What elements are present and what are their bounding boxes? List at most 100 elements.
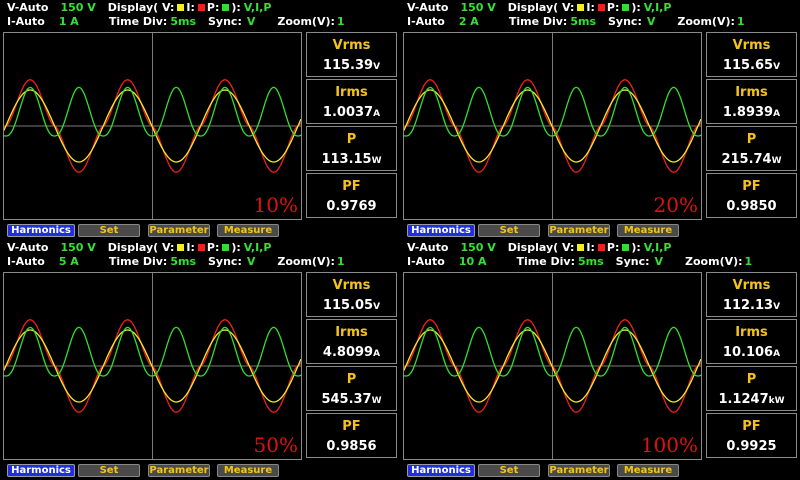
status-row-1: V-Auto 150 V Display( V: I: P:): V,I,P: [7, 2, 271, 14]
zoom-value: 1: [336, 255, 345, 268]
vrms-value: 115.65: [722, 58, 774, 73]
softkey-parameter-button[interactable]: Parameter: [548, 464, 610, 477]
softkey-set-button[interactable]: Set: [78, 464, 140, 477]
power-legend-label: P:: [206, 241, 220, 254]
voltage-range-mode: V-Auto: [7, 1, 49, 14]
measure-cell-irms: Irms 10.106A: [706, 319, 797, 364]
p-unit: W: [371, 156, 382, 166]
power-legend-label: P:: [606, 241, 620, 254]
measure-value-vrms: 115.65V: [707, 58, 796, 73]
current-range-mode: I-Auto: [7, 15, 45, 28]
sync-value: V: [246, 255, 256, 268]
power-legend-label: P:: [606, 1, 620, 14]
voltage-color-square: [577, 4, 585, 11]
softkey-harmonics-button[interactable]: Harmonics: [7, 224, 75, 237]
voltage-color-square: [177, 4, 185, 11]
measure-label-p: P: [746, 372, 757, 387]
sync-label: Sync:: [208, 15, 242, 28]
measure-label-vrms: Vrms: [332, 278, 371, 293]
time-div-label: Time Div:: [516, 255, 575, 268]
measurement-panel: Vrms 115.65V Irms 1.8939A P 215.74W PF 0.9850: [706, 32, 797, 220]
measure-label-p: P: [346, 132, 357, 147]
p-unit: W: [371, 396, 382, 406]
pf-value: 0.9769: [326, 199, 377, 214]
voltage-range-value: 150 V: [60, 241, 96, 254]
softkey-measure-button[interactable]: Measure: [617, 464, 679, 477]
measure-cell-vrms: Vrms 112.13V: [706, 272, 797, 317]
measure-cell-vrms: Vrms 115.39V: [306, 32, 397, 77]
display-value: V,I,P: [243, 1, 272, 14]
current-legend-label: I:: [186, 241, 195, 254]
vrms-unit: V: [373, 302, 381, 312]
irms-unit: A: [373, 109, 381, 119]
softkey-parameter-button[interactable]: Parameter: [548, 224, 610, 237]
measure-cell-pf: PF 0.9850: [706, 173, 797, 218]
softkey-parameter-button[interactable]: Parameter: [148, 464, 210, 477]
current-legend-label: I:: [586, 241, 595, 254]
p-value: 545.37: [321, 392, 372, 407]
measure-label-irms: Irms: [735, 85, 768, 100]
load-percent-label: 20%: [653, 193, 698, 217]
zoom-label: Zoom(V):: [685, 255, 743, 268]
status-row-2: I-Auto 1 A Time Div: 5ms Sync: V Zoom(V): 1: [7, 16, 345, 28]
softkey-set-button[interactable]: Set: [78, 224, 140, 237]
time-div-label: Time Div:: [508, 15, 568, 28]
analyzer-panel-4: V-Auto 150 V Display( V: I: P:): V,I,P I-Auto 1…: [400, 240, 800, 480]
status-row-1: V-Auto 150 V Display( V: I: P:): V,I,P: [407, 2, 671, 14]
waveform-display: 50%: [3, 272, 302, 460]
pf-value: 0.9925: [726, 439, 777, 454]
load-percent-label: 50%: [253, 433, 298, 457]
softkey-set-button[interactable]: Set: [478, 464, 540, 477]
current-color-square: [597, 244, 605, 251]
status-row-1: V-Auto 150 V Display( V: I: P:): V,I,P: [407, 242, 671, 254]
measure-value-p: 113.15W: [307, 152, 396, 167]
measure-cell-p: P 113.15W: [306, 126, 397, 171]
current-color-square: [597, 4, 605, 11]
measure-label-vrms: Vrms: [732, 278, 771, 293]
vrms-unit: V: [373, 62, 381, 72]
measure-value-p: 545.37W: [307, 392, 396, 407]
legend-close: ):: [631, 1, 641, 14]
time-div-value: 5ms: [170, 15, 196, 28]
measure-cell-p: P 1.1247kW: [706, 366, 797, 411]
measure-cell-pf: PF 0.9769: [306, 173, 397, 218]
sync-label: Sync:: [615, 255, 650, 268]
current-range-mode: I-Auto: [407, 255, 445, 268]
softkey-harmonics-button[interactable]: Harmonics: [407, 224, 475, 237]
softkey-harmonics-button[interactable]: Harmonics: [407, 464, 475, 477]
softkey-measure-button[interactable]: Measure: [217, 464, 279, 477]
measurement-panel: Vrms 115.39V Irms 1.0037A P 113.15W PF 0.9769: [306, 32, 397, 220]
time-div-label: Time Div:: [108, 255, 168, 268]
sync-label: Sync:: [608, 15, 642, 28]
p-value: 1.1247: [718, 392, 769, 407]
analyzer-panel-2: V-Auto 150 V Display( V: I: P:): V,I,P I-Auto 2…: [400, 0, 800, 240]
vrms-value: 115.05: [322, 298, 374, 313]
softkey-measure-button[interactable]: Measure: [217, 224, 279, 237]
zoom-value: 1: [744, 255, 753, 268]
measure-label-pf: PF: [742, 419, 761, 434]
current-color-square: [197, 244, 205, 251]
softkey-harmonics-button[interactable]: Harmonics: [7, 464, 75, 477]
softkey-set-button[interactable]: Set: [478, 224, 540, 237]
current-range-mode: I-Auto: [7, 255, 45, 268]
measure-value-p: 1.1247kW: [707, 392, 796, 407]
p-unit: kW: [768, 396, 785, 406]
measure-value-irms: 1.0037A: [307, 105, 396, 120]
softkey-parameter-button[interactable]: Parameter: [148, 224, 210, 237]
irms-unit: A: [373, 349, 381, 359]
status-row-2: I-Auto 5 A Time Div: 5ms Sync: V Zoom(V): 1: [7, 256, 345, 268]
pf-value: 0.9850: [726, 199, 777, 214]
measure-label-p: P: [746, 132, 757, 147]
irms-value: 4.8099: [322, 345, 374, 360]
softkey-measure-button[interactable]: Measure: [617, 224, 679, 237]
current-range-value: 10 A: [458, 255, 487, 268]
waveform-display: 100%: [403, 272, 702, 460]
measure-value-pf: 0.9769: [307, 199, 396, 214]
measure-value-p: 215.74W: [707, 152, 796, 167]
measure-value-irms: 1.8939A: [707, 105, 796, 120]
current-legend-label: I:: [186, 1, 195, 14]
measure-label-pf: PF: [342, 179, 361, 194]
measure-label-pf: PF: [342, 419, 361, 434]
sync-value: V: [654, 255, 664, 268]
pf-value: 0.9856: [326, 439, 377, 454]
